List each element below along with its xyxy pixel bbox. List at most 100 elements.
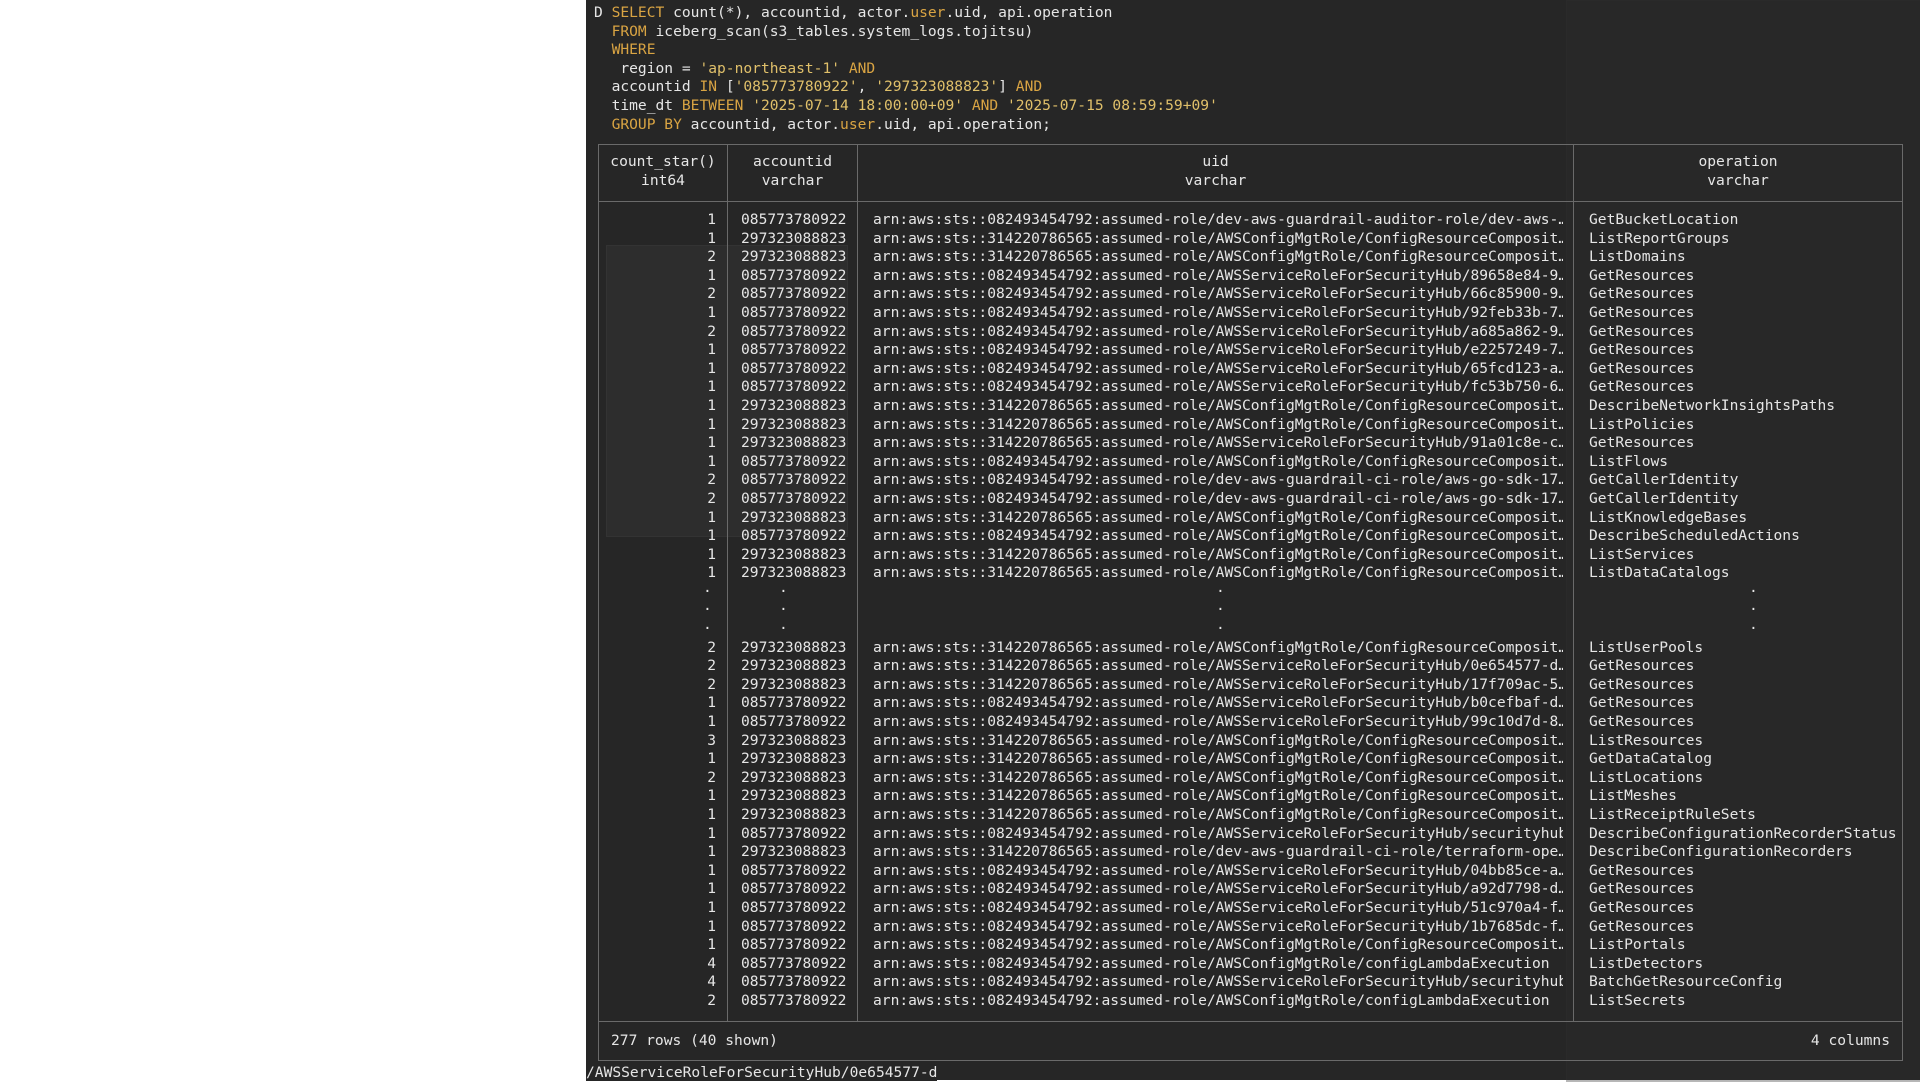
cell-accountid: 085773780922 bbox=[741, 954, 847, 972]
cell-operation: ListDetectors bbox=[1589, 954, 1704, 972]
query-line: time_dt BETWEEN '2025-07-14 18:00:00+09'… bbox=[594, 97, 1218, 116]
cell-operation: GetResources bbox=[1589, 303, 1695, 321]
cell-uid: arn:aws:sts::082493454792:assumed-role/A… bbox=[873, 824, 1563, 842]
cell-operation: GetResources bbox=[1589, 713, 1695, 731]
table-row: 2 085773780922 arn:aws:sts::082493454792:a… bbox=[599, 490, 1902, 509]
query-token: SELECT bbox=[611, 4, 665, 21]
cell-operation: ListMeshes bbox=[1589, 787, 1677, 805]
table-row: 1 085773780922 arn:aws:sts::082493454792:a… bbox=[599, 713, 1902, 732]
terminal-trailing-line: /AWSServiceRoleForSecurityHub/0e654577-d bbox=[586, 1064, 938, 1081]
query-token: 'ap-northeast-1' bbox=[699, 59, 841, 77]
cell-uid: arn:aws:sts::314220786565:assumed-role/A… bbox=[873, 638, 1563, 656]
cell-uid: arn:aws:sts::314220786565:assumed-role/A… bbox=[873, 508, 1563, 526]
cell-operation: GetResources bbox=[1589, 694, 1695, 712]
cell-accountid: 297323088823 bbox=[741, 434, 847, 452]
query-line: accountid IN ['085773780922', '297323088… bbox=[594, 78, 1218, 97]
query-token: time_dt bbox=[611, 96, 682, 114]
cell-uid: arn:aws:sts::314220786565:assumed-role/d… bbox=[873, 843, 1563, 861]
table-row: 1 085773780922 arn:aws:sts::082493454792:a… bbox=[599, 453, 1902, 472]
table-row: 2 085773780922 arn:aws:sts::082493454792:a… bbox=[599, 471, 1902, 490]
column-header-accountid: accountid varchar bbox=[752, 153, 833, 189]
ellipsis-dot: · bbox=[1749, 620, 1758, 638]
cell-uid: arn:aws:sts::314220786565:assumed-role/A… bbox=[873, 396, 1563, 414]
table-row: 2 297323088823 arn:aws:sts::314220786565:a… bbox=[599, 657, 1902, 676]
cell-count: 1 bbox=[707, 750, 716, 768]
cell-count: 1 bbox=[707, 341, 716, 359]
column-header-uid: uid varchar bbox=[1184, 153, 1247, 189]
cell-count: 1 bbox=[707, 452, 716, 470]
cell-count: 4 bbox=[707, 954, 716, 972]
query-line: D SELECT count(*), accountid, actor.user… bbox=[594, 4, 1218, 23]
table-row: 1 085773780922 arn:aws:sts::082493454792:a… bbox=[599, 694, 1902, 713]
query-token: '085773780922' bbox=[734, 78, 858, 96]
cell-count: 1 bbox=[707, 917, 716, 935]
table-row: 1 297323088823 arn:aws:sts::314220786565:a… bbox=[599, 806, 1902, 825]
cell-operation: GetResources bbox=[1589, 359, 1695, 377]
table-row: 1 297323088823 arn:aws:sts::314220786565:a… bbox=[599, 416, 1902, 435]
cell-accountid: 297323088823 bbox=[741, 768, 847, 786]
table-row: 1 297323088823 arn:aws:sts::314220786565:a… bbox=[599, 787, 1902, 806]
cell-accountid: 085773780922 bbox=[741, 973, 847, 991]
table-row: 1 085773780922 arn:aws:sts::082493454792:a… bbox=[599, 211, 1902, 230]
cell-accountid: 085773780922 bbox=[741, 991, 847, 1009]
cell-operation: DescribeNetworkInsightsPaths bbox=[1589, 396, 1836, 414]
cell-uid: arn:aws:sts::082493454792:assumed-role/A… bbox=[873, 452, 1563, 470]
cell-count: 2 bbox=[707, 657, 716, 675]
table-row: 1 085773780922 arn:aws:sts::082493454792:a… bbox=[599, 862, 1902, 881]
table-row: 1 085773780922 arn:aws:sts::082493454792:a… bbox=[599, 304, 1902, 323]
cell-accountid: 085773780922 bbox=[741, 917, 847, 935]
cell-accountid: 085773780922 bbox=[741, 359, 847, 377]
query-token: user bbox=[910, 4, 946, 21]
table-row: 2 297323088823 arn:aws:sts::314220786565:a… bbox=[599, 248, 1902, 267]
cell-operation: GetDataCatalog bbox=[1589, 750, 1713, 768]
cell-uid: arn:aws:sts::082493454792:assumed-role/A… bbox=[873, 880, 1563, 898]
column-header-count: count_star() int64 bbox=[610, 153, 716, 189]
terminal-window[interactable]: D SELECT count(*), accountid, actor.user… bbox=[586, 0, 1920, 1082]
query-token: '297323088823' bbox=[875, 78, 999, 96]
query-token: AND bbox=[840, 59, 876, 77]
cell-operation: GetResources bbox=[1589, 378, 1695, 396]
cell-accountid: 297323088823 bbox=[741, 415, 847, 433]
cell-uid: arn:aws:sts::082493454792:assumed-role/A… bbox=[873, 861, 1563, 879]
column-count: 4 columns bbox=[1810, 1032, 1890, 1049]
table-row: 1 085773780922 arn:aws:sts::082493454792:a… bbox=[599, 936, 1902, 955]
table-body: 1 085773780922 arn:aws:sts::082493454792:a… bbox=[599, 211, 1902, 1011]
cell-count: 1 bbox=[707, 229, 716, 247]
query-line: WHERE bbox=[594, 41, 1218, 60]
cell-uid: arn:aws:sts::314220786565:assumed-role/A… bbox=[873, 750, 1563, 768]
cell-operation: GetResources bbox=[1589, 880, 1695, 898]
cell-uid: arn:aws:sts::314220786565:assumed-role/A… bbox=[873, 229, 1563, 247]
cell-operation: GetResources bbox=[1589, 898, 1695, 916]
query-token bbox=[743, 97, 752, 114]
cell-operation: GetCallerIdentity bbox=[1589, 489, 1739, 507]
cell-count: 1 bbox=[707, 824, 716, 842]
sql-query: D SELECT count(*), accountid, actor.user… bbox=[594, 4, 1218, 134]
cell-accountid: 297323088823 bbox=[741, 638, 847, 656]
query-token: accountid bbox=[611, 78, 700, 96]
query-token: BETWEEN bbox=[681, 96, 744, 114]
query-token: FROM bbox=[611, 22, 647, 40]
cell-accountid: 085773780922 bbox=[741, 471, 847, 489]
result-table: count_star() int64 accountid varchar uid va… bbox=[598, 144, 1903, 1061]
cell-operation: ListFlows bbox=[1589, 452, 1669, 470]
ellipsis-dot: · bbox=[779, 601, 788, 619]
ellipsis-dot: · bbox=[779, 620, 788, 638]
cell-accountid: 085773780922 bbox=[741, 880, 847, 898]
cell-operation: ListDomains bbox=[1589, 248, 1686, 266]
cell-count: 2 bbox=[707, 248, 716, 266]
cell-uid: arn:aws:sts::082493454792:assumed-role/A… bbox=[873, 322, 1563, 340]
cell-count: 1 bbox=[707, 861, 716, 879]
cell-uid: arn:aws:sts::082493454792:assumed-role/A… bbox=[873, 954, 1550, 972]
table-row: 1 085773780922 arn:aws:sts::082493454792:a… bbox=[599, 527, 1902, 546]
cell-operation: GetBucketLocation bbox=[1589, 211, 1739, 228]
cell-operation: GetResources bbox=[1589, 341, 1695, 359]
cell-count: 2 bbox=[707, 489, 716, 507]
ellipsis-dot: · bbox=[1749, 582, 1758, 600]
cell-count: 1 bbox=[707, 806, 716, 823]
cell-accountid: 085773780922 bbox=[741, 266, 847, 284]
cell-operation: GetCallerIdentity bbox=[1589, 471, 1739, 489]
cell-uid: arn:aws:sts::314220786565:assumed-role/A… bbox=[873, 657, 1563, 675]
